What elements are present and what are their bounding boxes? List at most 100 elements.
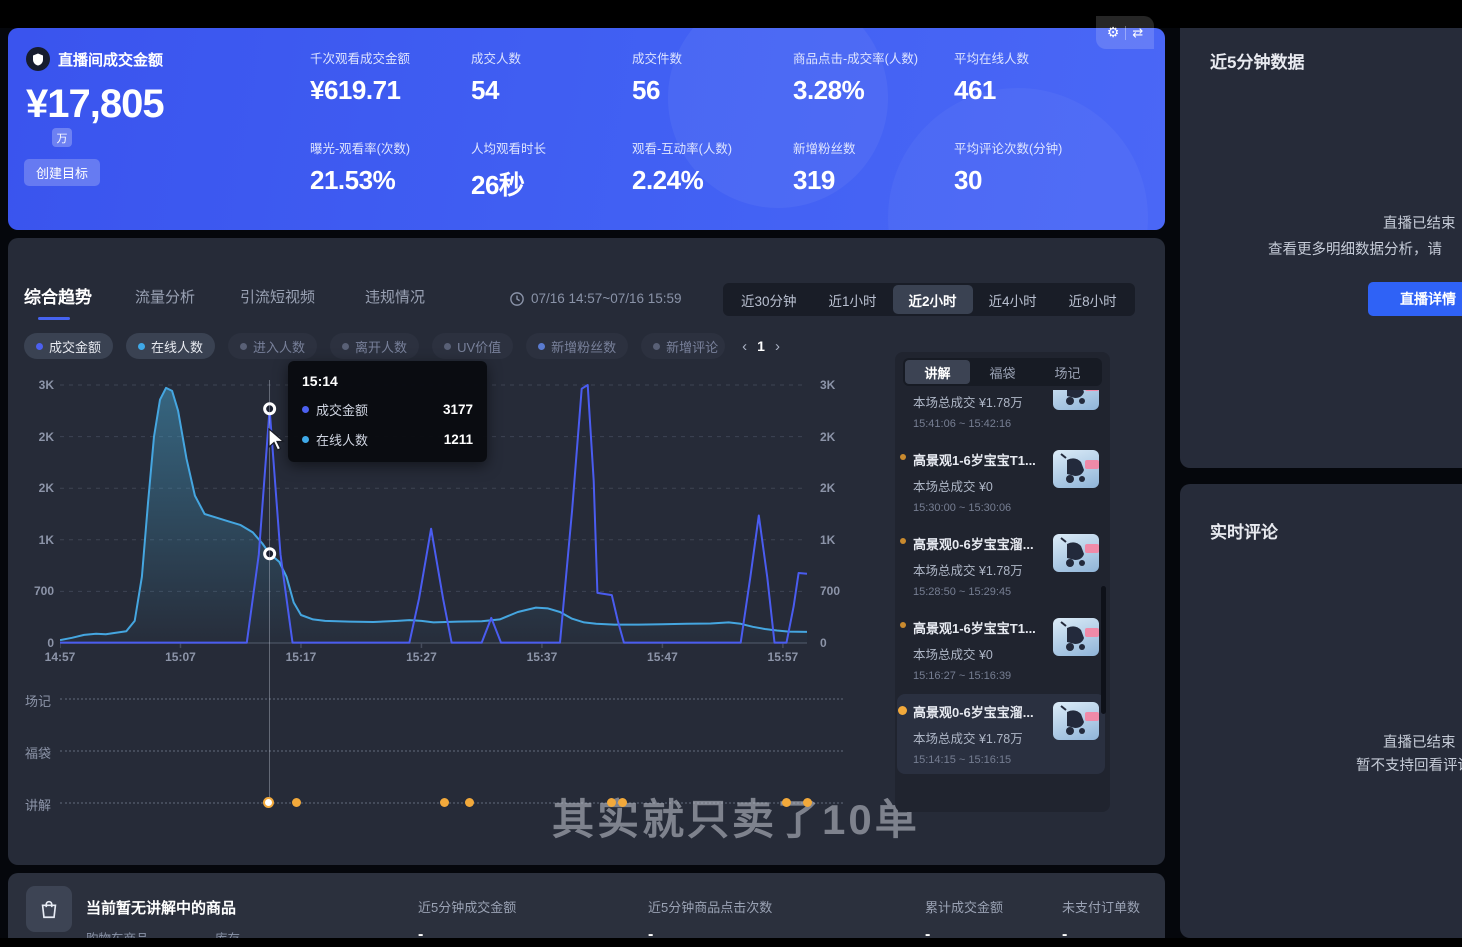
legend-dot	[342, 343, 349, 350]
product-list-item[interactable]: 高景观0-6岁宝宝溜... 本场总成交 ¥1.78万 15:28:50 ~ 15…	[897, 526, 1105, 606]
explain-marker-dot[interactable]	[440, 798, 449, 807]
product-title: 高景观1-6岁宝宝T1...	[913, 450, 1047, 469]
explain-marker-dot[interactable]	[292, 798, 301, 807]
time-filter-2[interactable]: 近1小时	[813, 285, 893, 314]
legend-label: UV价值	[457, 337, 501, 356]
explain-marker-dot[interactable]	[263, 797, 274, 808]
panel-scrollbar[interactable]	[1101, 586, 1106, 714]
bottom-black-strip	[0, 938, 1462, 947]
tools-divider	[1125, 26, 1126, 40]
metric-value: 319	[793, 165, 953, 196]
comments-empty-line2: 暂不支持回看评论	[1356, 754, 1462, 775]
tooltip-row: 在线人数 1211	[302, 430, 473, 449]
y-axis-label: 2K	[16, 430, 54, 444]
legend-chip-6[interactable]: 新增粉丝数	[526, 333, 628, 359]
panel-tab-1[interactable]: 讲解	[905, 360, 970, 384]
legend-row: 成交金额 在线人数 进入人数离开人数 UV价值 新增粉丝数 新增评论 ‹1›	[24, 333, 780, 359]
page-next-icon[interactable]: ›	[775, 338, 780, 355]
legend-chip-4[interactable]: 离开人数	[330, 333, 419, 359]
metric-value: 56	[632, 75, 792, 106]
product-list-item[interactable]: 高景观0-6岁宝宝溜... 本场总成交 ¥1.78万 15:14:15 ~ 15…	[897, 694, 1105, 774]
time-filter-5[interactable]: 近8小时	[1053, 285, 1133, 314]
tab-2[interactable]: 流量分析	[135, 286, 195, 307]
swap-icon[interactable]: ⇄	[1132, 25, 1143, 41]
date-range-text: 07/16 14:57~07/16 15:59	[531, 291, 682, 306]
y-axis-label-right: 2K	[820, 481, 835, 495]
header-metric: 平均评论次数(分钟) 30	[954, 138, 1114, 196]
product-title: 高景观0-6岁宝宝溜...	[913, 534, 1047, 553]
metric-value: 2.24%	[632, 165, 792, 196]
legend-dot	[538, 343, 545, 350]
legend-pagination: ‹1›	[742, 338, 780, 355]
tooltip-series-value: 1211	[444, 432, 473, 447]
time-filter-3[interactable]: 近2小时	[893, 285, 973, 314]
product-list-item[interactable]: 高景观1-6岁宝宝T1... 本场总成交 ¥0 15:30:00 ~ 15:30…	[897, 442, 1105, 522]
product-thumbnail	[1053, 702, 1099, 740]
metric-label: 平均在线人数	[954, 48, 1114, 67]
y-axis-label-right: 1K	[820, 533, 835, 547]
tab-4[interactable]: 违规情况	[365, 286, 425, 307]
legend-chip-2[interactable]: 在线人数	[126, 333, 215, 359]
tooltip-time: 15:14	[302, 373, 473, 389]
thumbnail-badge	[1085, 544, 1099, 553]
legend-dot	[444, 343, 451, 350]
tooltip-series-label: 在线人数	[316, 430, 437, 449]
legend-chip-5[interactable]: UV价值	[432, 333, 513, 359]
tooltip-series-label: 成交金额	[316, 400, 436, 419]
product-thumbnail	[1053, 390, 1099, 410]
marker-row-line	[60, 698, 843, 700]
explain-status-dot	[898, 706, 907, 715]
legend-chip-1[interactable]: 成交金额	[24, 333, 113, 359]
product-explain-time: 15:30:00 ~ 15:30:06	[913, 502, 1047, 514]
y-axis-label-right: 700	[820, 584, 840, 598]
mouse-cursor	[268, 428, 286, 452]
tab-1[interactable]: 综合趋势	[24, 283, 92, 308]
explain-marker-dot[interactable]	[618, 798, 627, 807]
time-filter-1[interactable]: 近30分钟	[725, 285, 813, 314]
bottom-metric: 近5分钟商品点击次数-	[648, 897, 772, 944]
explain-marker-dot[interactable]	[803, 798, 812, 807]
explain-marker-dot[interactable]	[782, 798, 791, 807]
metric-value: 21.53%	[310, 165, 470, 196]
header-metric: 观看-互动率(人数) 2.24%	[632, 138, 792, 196]
legend-label: 新增粉丝数	[551, 337, 616, 356]
legend-chip-7[interactable]: 新增评论	[641, 333, 725, 359]
metric-value: ¥619.71	[310, 75, 470, 106]
panel-tab-2[interactable]: 福袋	[970, 360, 1035, 384]
page-prev-icon[interactable]: ‹	[742, 338, 747, 355]
x-axis-label: 15:27	[396, 650, 446, 664]
series-dot	[302, 406, 309, 413]
header-metric: 成交人数 54	[471, 48, 631, 106]
product-total-sales: 本场总成交 ¥1.78万	[913, 728, 1047, 747]
tab-3[interactable]: 引流短视频	[240, 286, 315, 307]
legend-chip-3[interactable]: 进入人数	[228, 333, 317, 359]
panel-tab-3[interactable]: 场记	[1035, 360, 1100, 384]
explain-marker-dot[interactable]	[607, 798, 616, 807]
y-axis-label-right: 2K	[820, 430, 835, 444]
date-range: 07/16 14:57~07/16 15:59	[510, 291, 682, 306]
tooltip-row: 成交金额 3177	[302, 400, 473, 419]
goal-unit-badge: 万	[52, 128, 72, 147]
legend-dot	[36, 343, 43, 350]
comments-title: 实时评论	[1210, 518, 1278, 543]
legend-label: 成交金额	[49, 337, 101, 356]
time-filter-group: 近30分钟近1小时近2小时近4小时近8小时	[723, 283, 1135, 316]
thumbnail-badge	[1085, 390, 1099, 391]
time-filter-4[interactable]: 近4小时	[973, 285, 1053, 314]
legend-dot	[240, 343, 247, 350]
bottom-metric-label: 累计成交金额	[925, 897, 1003, 916]
thumbnail-badge	[1085, 460, 1099, 469]
metric-label: 千次观看成交金额	[310, 48, 470, 67]
y-axis-label: 2K	[16, 481, 54, 495]
gear-icon[interactable]: ⚙	[1107, 24, 1120, 41]
product-list-item[interactable]: 高景观1-6岁宝宝T1... 本场总成交 ¥0 15:16:27 ~ 15:16…	[897, 610, 1105, 690]
live-detail-button[interactable]: 直播详情	[1368, 282, 1462, 316]
explain-marker-dot[interactable]	[465, 798, 474, 807]
metric-value: 461	[954, 75, 1114, 106]
product-list-item[interactable]: 本场总成交 ¥1.78万 15:41:06 ~ 15:42:16	[897, 390, 1105, 438]
legend-label: 在线人数	[151, 337, 203, 356]
marker-row-line	[60, 750, 843, 752]
header-metric: 千次观看成交金额 ¥619.71	[310, 48, 470, 106]
explain-status-dot	[900, 538, 906, 544]
create-goal-button[interactable]: 创建目标	[24, 159, 100, 186]
